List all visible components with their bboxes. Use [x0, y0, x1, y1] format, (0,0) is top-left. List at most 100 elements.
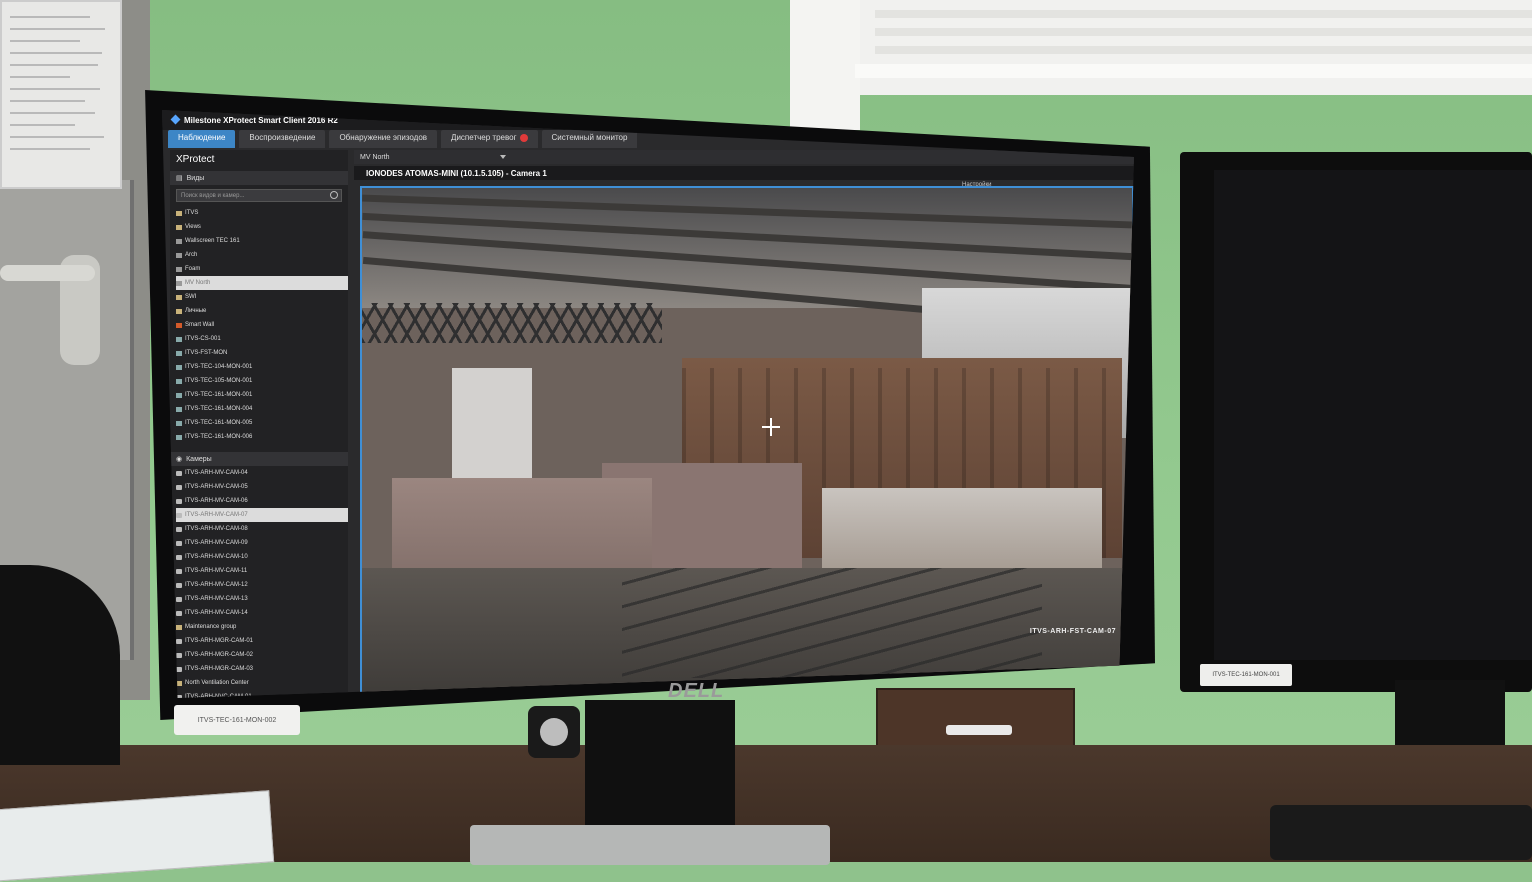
camera-tree-item[interactable]: North Ventilation Center — [176, 676, 348, 690]
view-tree-item[interactable]: Smart Wall — [176, 318, 348, 332]
camera-section-icon: ◉ — [176, 456, 183, 463]
tab-alarm-manager[interactable]: Диспетчер тревог — [441, 130, 538, 148]
views-tree: ITVS Views Wallscreen TEC 161 Arch Foam MV No… — [170, 206, 348, 444]
monitor-icon — [176, 406, 182, 412]
camera-icon — [176, 610, 182, 616]
view-tree-item[interactable]: Личные — [176, 304, 348, 318]
camera-icon — [176, 582, 182, 588]
monitor-icon — [176, 364, 182, 370]
camera-tree-item[interactable]: ITVS-ARH-MGR-CAM-03 — [176, 662, 348, 676]
camera-tree-item-label: ITVS-ARH-MV-CAM-11 — [185, 568, 248, 574]
view-tree-item[interactable]: ITVS-TEC-161-MON-004 — [176, 402, 348, 416]
view-tree-item[interactable]: ITVS-FST-MON — [176, 346, 348, 360]
camera-icon — [176, 470, 182, 476]
view-tree-item[interactable]: ITVS-TEC-161-MON-001 — [176, 388, 348, 402]
view-tree-item-label: ITVS-TEC-161-MON-006 — [185, 434, 253, 440]
view-tree-item[interactable]: SWI — [176, 290, 348, 304]
tab-playback[interactable]: Воспроизведение — [239, 130, 326, 148]
view-tree-item[interactable]: Arch — [176, 248, 348, 262]
chevron-down-icon[interactable] — [499, 155, 506, 159]
camera-tree-item-label: ITVS-ARH-MGR-CAM-01 — [185, 638, 254, 644]
camera-tree-item-label: ITVS-ARH-MV-CAM-04 — [185, 470, 248, 476]
video-truss — [362, 303, 662, 343]
video-low-wall — [822, 488, 1102, 568]
view-tree-item[interactable]: ITVS — [176, 206, 348, 220]
monitor-icon — [176, 392, 182, 398]
camera-tree-item-label: ITVS-ARH-MV-CAM-09 — [185, 540, 248, 546]
monitor-stand-base — [470, 825, 830, 865]
camera-tree-item[interactable]: Maintenance group — [176, 620, 348, 634]
camera-tree-item[interactable]: ITVS-ARH-MV-CAM-04 — [176, 466, 348, 480]
camera-tree-item[interactable]: ITVS-ARH-MV-CAM-10 — [176, 550, 348, 564]
view-tree-item-label: SWI — [185, 294, 197, 300]
camera-tree-item-label: ITVS-ARH-MV-CAM-13 — [185, 596, 248, 602]
door-handle — [0, 265, 95, 281]
camera-tree-item[interactable]: ITVS-ARH-MGR-CAM-01 — [176, 634, 348, 648]
monitor-icon — [176, 350, 182, 356]
view-tree-item[interactable]: ITVS-TEC-161-MON-005 — [176, 416, 348, 430]
view-tree-item-label: MV North — [185, 280, 211, 286]
view-tree-item-label: Views — [185, 224, 201, 230]
camera-icon — [176, 512, 182, 518]
view-icon — [176, 280, 182, 286]
sidebar-title: XProtect — [176, 154, 215, 165]
folder-icon — [176, 308, 182, 314]
camera-tree-item-label: Maintenance group — [185, 624, 237, 630]
search-icon — [330, 191, 338, 199]
monitor-icon — [176, 420, 182, 426]
camera-tree-item-label: ITVS-ARH-MGR-CAM-02 — [185, 652, 254, 658]
folder-icon — [176, 210, 182, 216]
camera-video-feed[interactable]: ITVS-ARH-FST-CAM-07 — [360, 186, 1134, 695]
camera-tree-item[interactable]: ITVS-ARH-MGR-CAM-02 — [176, 648, 348, 662]
camera-tree-item[interactable]: ITVS-ARH-MV-CAM-08 — [176, 522, 348, 536]
camera-icon — [176, 526, 182, 532]
main-monitor-screen: Milestone XProtect Smart Client 2016 R2 … — [162, 110, 1134, 698]
camera-tree-item[interactable]: ITVS-ARH-MV-CAM-07 — [176, 508, 348, 522]
view-tree-item-label: Smart Wall — [185, 322, 215, 328]
tab-system-monitor[interactable]: Системный монитор — [541, 130, 638, 148]
search-input[interactable]: Поиск видов и камер... — [176, 189, 342, 202]
camera-icon — [176, 596, 182, 602]
camera-tree-item[interactable]: ITVS-ARH-MV-CAM-05 — [176, 480, 348, 494]
camera-tree-item[interactable]: ITVS-ARH-MV-CAM-06 — [176, 494, 348, 508]
view-tree-item[interactable]: ITVS-TEC-161-MON-006 — [176, 430, 348, 444]
camera-icon — [176, 638, 182, 644]
cameras-section-header[interactable]: ◉ Камеры — [170, 452, 348, 466]
view-tree-item[interactable]: ITVS-TEC-105-MON-001 — [176, 374, 348, 388]
camera-tree-item[interactable]: ITVS-ARH-MV-CAM-12 — [176, 578, 348, 592]
cameras-tree: ITVS-ARH-MV-CAM-04 ITVS-ARH-MV-CAM-05 ITVS… — [170, 466, 348, 698]
camera-icon — [176, 568, 182, 574]
view-tree-item-label: ITVS-TEC-161-MON-005 — [185, 420, 253, 426]
view-tree-item[interactable]: Views — [176, 220, 348, 234]
tab-live[interactable]: Наблюдение — [168, 130, 236, 148]
views-section-header[interactable]: ▤ Виды — [170, 171, 348, 185]
view-tree-item[interactable]: ITVS-CS-001 — [176, 332, 348, 346]
view-icon — [176, 266, 182, 272]
camera-tree-item[interactable]: ITVS-ARH-MV-CAM-14 — [176, 606, 348, 620]
views-icon: ▤ — [176, 175, 183, 182]
smartwall-icon — [176, 322, 182, 328]
view-tree-item[interactable]: Foam — [176, 262, 348, 276]
view-selector-bar: MV North — [354, 150, 1134, 164]
view-tree-item-label: ITVS — [185, 210, 199, 216]
view-tree-item[interactable]: ITVS-TEC-104-MON-001 — [176, 360, 348, 374]
camera-overlay-label: ITVS-ARH-FST-CAM-07 — [1029, 628, 1116, 635]
view-tree-item-label: Личные — [185, 308, 207, 314]
camera-tree-item[interactable]: ITVS-ARH-MV-CAM-13 — [176, 592, 348, 606]
camera-tree-item-label: ITVS-ARH-MV-CAM-10 — [185, 554, 248, 560]
window-sill — [855, 64, 1532, 78]
view-selector[interactable]: MV North — [360, 154, 390, 161]
main-monitor-label: ITVS-TEC-161-MON-002 — [174, 705, 300, 735]
view-tree-item[interactable]: MV North — [176, 276, 348, 290]
milestone-logo-icon — [170, 114, 181, 125]
view-tree-item-label: ITVS-TEC-161-MON-004 — [185, 406, 253, 412]
camera-tree-item-label: North Ventilation Center — [185, 680, 249, 686]
camera-tree-item[interactable]: ITVS-ARH-MV-CAM-11 — [176, 564, 348, 578]
camera-tree-item-label: ITVS-ARH-MV-CAM-07 — [185, 512, 248, 518]
camera-tree-item[interactable]: ITVS-ARH-MV-CAM-09 — [176, 536, 348, 550]
tab-sequence-explorer[interactable]: Обнаружение эпизодов — [329, 130, 438, 148]
view-tree-item[interactable]: Wallscreen TEC 161 — [176, 234, 348, 248]
folder-icon — [176, 624, 182, 630]
monitor-icon — [176, 378, 182, 384]
view-tree-item-label: Arch — [185, 252, 198, 258]
